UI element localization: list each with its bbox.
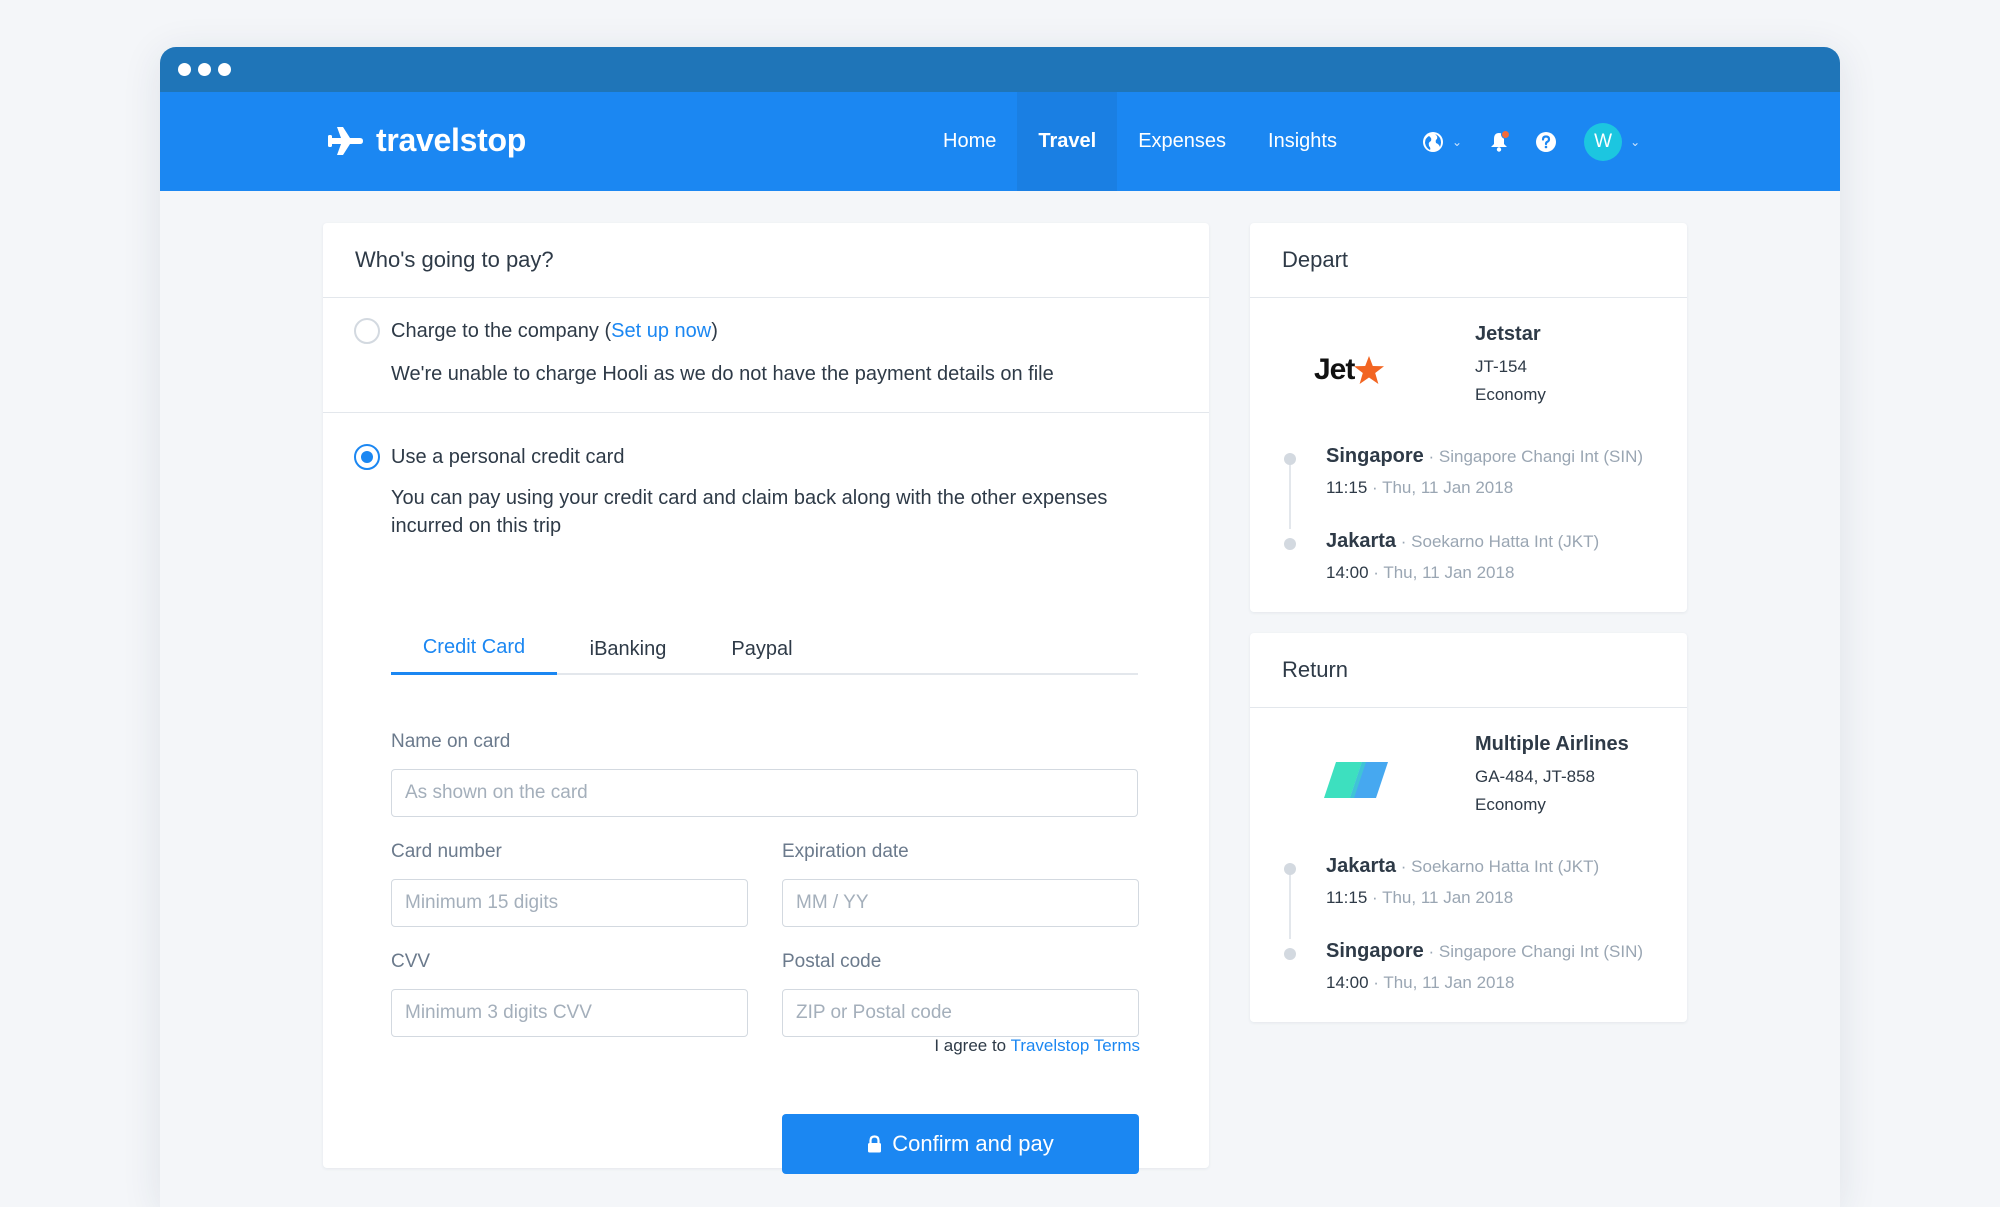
leg-date: · Thu, 11 Jan 2018 [1368,563,1515,582]
return-leg-origin: Jakarta · Soekarno Hatta Int (JKT) 11:15… [1284,855,1600,908]
tab-credit-card[interactable]: Credit Card [391,623,557,675]
multiple-airlines-icon [1324,762,1388,798]
lock-icon [868,1135,882,1153]
company-option-title: Charge to the company (Set up now) [391,320,718,343]
cvv-input[interactable] [391,989,748,1037]
route-dot [1284,948,1296,960]
plane-icon [328,126,363,155]
return-card: Return Multiple Airlines GA-484, JT-858 … [1250,633,1687,1022]
nav-expenses[interactable]: Expenses [1117,92,1247,191]
brand-name: travelstop [376,122,526,158]
route-dot [1284,863,1296,875]
card-number-label: Card number [391,841,502,862]
tab-ibanking[interactable]: iBanking [557,623,699,675]
return-flight-numbers: GA-484, JT-858 [1475,767,1596,786]
chevron-down-icon: ⌄ [1630,134,1641,149]
depart-leg-origin: Singapore · Singapore Changi Int (SIN) 1… [1284,445,1644,498]
expiration-label: Expiration date [782,841,909,862]
terms-text: I agree to [934,1036,1011,1055]
star-icon [1354,356,1385,384]
setup-now-link[interactable]: Set up now [611,320,711,342]
leg-airport: · Soekarno Hatta Int (JKT) [1396,857,1600,876]
payment-card: Who's going to pay? Charge to the compan… [323,223,1209,1174]
leg-city: Singapore [1326,445,1424,467]
depart-flight-number: JT-154 [1475,357,1527,376]
company-radio[interactable] [354,318,380,344]
company-option-desc: We're unable to charge Hooli as we do no… [391,363,1054,385]
name-on-card-input[interactable] [391,769,1138,817]
company-option: Charge to the company (Set up now) We're… [323,298,1209,413]
notification-badge [1501,129,1511,139]
confirm-and-pay-button[interactable]: Confirm and pay [782,1114,1139,1174]
leg-time: 11:15 [1326,478,1368,497]
route-dot [1284,453,1296,465]
leg-time: 14:00 [1326,973,1369,992]
leg-time: 11:15 [1326,888,1368,907]
depart-leg-destination: Jakarta · Soekarno Hatta Int (JKT) 14:00… [1284,530,1600,583]
personal-option-desc: You can pay using your credit card and c… [391,487,1108,537]
window-dot[interactable] [198,63,211,76]
leg-date: · Thu, 11 Jan 2018 [1367,888,1514,907]
nav-insights[interactable]: Insights [1247,92,1358,191]
route-line [1289,463,1291,529]
top-navbar: travelstop Home Travel Expenses Insights… [160,92,1840,191]
leg-time: 14:00 [1326,563,1369,582]
confirm-label: Confirm and pay [892,1131,1054,1156]
main-nav: Home Travel Expenses Insights [922,92,1358,191]
tab-paypal[interactable]: Paypal [699,623,825,675]
payment-heading: Who's going to pay? [323,223,1209,298]
window-dot[interactable] [178,63,191,76]
chevron-down-icon: ⌄ [1452,134,1463,149]
leg-city: Jakarta [1326,530,1397,552]
postal-code-label: Postal code [782,951,882,972]
depart-heading: Depart [1250,223,1687,298]
user-menu[interactable]: W ⌄ [1584,122,1641,161]
cvv-label: CVV [391,951,431,972]
company-option-label-end: ) [711,320,718,342]
window-dot[interactable] [218,63,231,76]
terms-agreement: I agree to Travelstop Terms [934,1036,1140,1056]
return-cabin-class: Economy [1475,795,1546,814]
nav-home[interactable]: Home [922,92,1017,191]
route-dot [1284,538,1296,550]
leg-airport: · Singapore Changi Int (SIN) [1423,942,1644,961]
company-option-label: Charge to the company ( [391,320,612,342]
leg-date: · Thu, 11 Jan 2018 [1367,478,1514,497]
jetstar-logo: Jet [1314,346,1404,394]
jetstar-logo-text: Jet [1314,353,1355,386]
expiration-input[interactable] [782,879,1139,927]
leg-city: Jakarta [1326,855,1397,877]
name-on-card-label: Name on card [391,731,511,752]
browser-window: travelstop Home Travel Expenses Insights… [160,47,1840,1207]
depart-cabin-class: Economy [1475,385,1546,404]
help-button[interactable] [1536,131,1557,152]
payment-method-tabs: Credit Card iBanking Paypal [391,623,1138,675]
return-heading: Return [1250,633,1687,708]
depart-card: Depart Jet Jetstar JT-154 Economy Singap… [1250,223,1687,612]
leg-airport: · Singapore Changi Int (SIN) [1423,447,1644,466]
leg-airport: · Soekarno Hatta Int (JKT) [1396,532,1600,551]
postal-code-input[interactable] [782,989,1139,1037]
card-number-input[interactable] [391,879,748,927]
depart-airline-name: Jetstar [1475,323,1541,345]
window-controls [178,63,231,76]
terms-link[interactable]: Travelstop Terms [1011,1036,1140,1055]
help-icon [1536,131,1557,152]
return-leg-destination: Singapore · Singapore Changi Int (SIN) 1… [1284,940,1644,993]
leg-city: Singapore [1326,940,1424,962]
globe-icon [1423,131,1443,152]
window-titlebar [160,47,1840,92]
avatar: W [1584,122,1623,161]
language-menu[interactable]: ⌄ [1422,131,1462,153]
nav-travel[interactable]: Travel [1017,92,1118,191]
brand-logo[interactable]: travelstop [328,122,526,159]
personal-card-radio[interactable] [354,444,380,470]
notifications-button[interactable] [1490,129,1511,152]
return-airline-name: Multiple Airlines [1475,733,1629,755]
nav-actions: ⌄ W ⌄ [1422,92,1668,191]
personal-option-title: Use a personal credit card [391,446,625,468]
route-line [1289,873,1291,939]
leg-date: · Thu, 11 Jan 2018 [1368,973,1515,992]
